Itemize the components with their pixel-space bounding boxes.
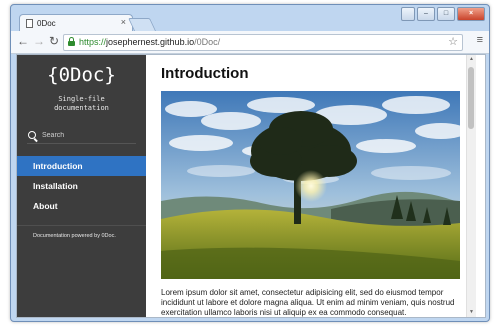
title-bar: 0Doc × – □ × <box>11 5 489 33</box>
logo[interactable]: {0Doc} <box>17 64 146 86</box>
url-scheme: https:// <box>79 37 107 47</box>
scroll-down-arrow-icon[interactable]: ▼ <box>467 308 476 317</box>
url-host: josephernest.github.io <box>106 37 195 47</box>
search-icon <box>28 131 36 139</box>
sidebar: {0Doc} Single-file documentation Introdu… <box>17 55 146 317</box>
bookmark-star-icon[interactable]: ☆ <box>448 35 458 50</box>
forward-icon[interactable]: → <box>33 34 45 48</box>
tab-close-icon[interactable]: × <box>121 17 126 27</box>
document-icon <box>26 19 33 28</box>
close-window-button[interactable]: × <box>457 7 485 21</box>
scroll-thumb[interactable] <box>468 67 474 129</box>
intro-paragraph: Lorem ipsum dolor sit amet, consectetur … <box>161 288 455 317</box>
search-input[interactable] <box>42 130 132 141</box>
url-text: https://josephernest.github.io/0Doc/ <box>79 35 220 50</box>
address-bar[interactable]: https://josephernest.github.io/0Doc/ ☆ <box>63 34 463 51</box>
lock-icon <box>68 37 75 46</box>
maximize-button[interactable]: □ <box>437 7 455 21</box>
url-path: /0Doc/ <box>194 37 221 47</box>
main-content: Introduction Lorem ipsum dolor sit amet,… <box>146 55 476 317</box>
window-controls: – □ × <box>401 7 485 21</box>
menu-icon[interactable]: ≡ <box>477 34 483 46</box>
scroll-up-arrow-icon[interactable]: ▲ <box>467 55 476 64</box>
sidebar-item-about[interactable]: About <box>17 196 146 216</box>
profile-icon[interactable] <box>401 7 415 21</box>
sidebar-item-installation[interactable]: Installation <box>17 176 146 196</box>
reload-icon[interactable]: ↻ <box>49 34 59 48</box>
hero-image <box>161 91 460 279</box>
scrollbar[interactable]: ▲ ▼ <box>466 55 476 317</box>
page-viewport: {0Doc} Single-file documentation Introdu… <box>16 54 486 318</box>
tagline: Single-file documentation <box>54 95 109 112</box>
browser-toolbar: ← → ↻ https://josephernest.github.io/0Do… <box>11 31 489 54</box>
minimize-button[interactable]: – <box>417 7 435 21</box>
new-tab-button[interactable] <box>127 18 157 31</box>
page-title: Introduction <box>161 65 249 82</box>
sidebar-nav: Introduction Installation About <box>17 156 146 216</box>
tab-title: 0Doc <box>37 19 56 28</box>
sidebar-item-introduction[interactable]: Introduction <box>17 156 146 176</box>
back-icon[interactable]: ← <box>17 34 29 48</box>
sidebar-footer: Documentation powered by 0Doc. <box>17 225 146 239</box>
browser-window: 0Doc × – □ × ← → ↻ https://josephernest.… <box>10 4 490 322</box>
search-box[interactable] <box>27 129 136 144</box>
